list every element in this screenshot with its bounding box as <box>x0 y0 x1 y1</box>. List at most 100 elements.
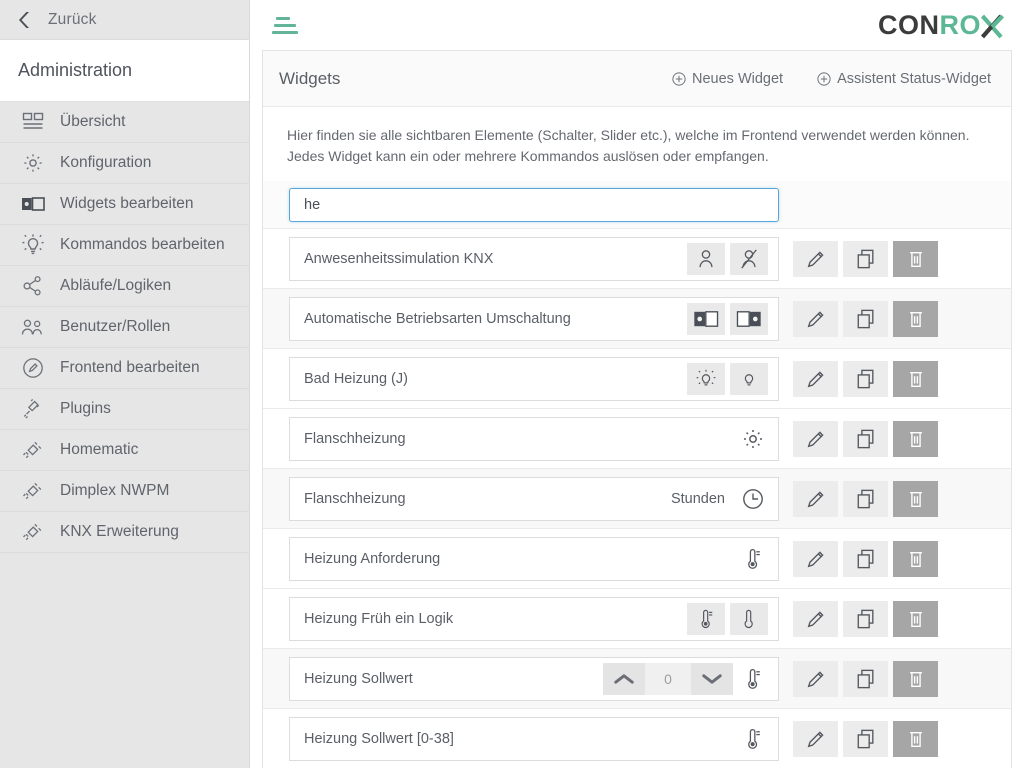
row-actions <box>793 300 938 337</box>
widget-preview-box: Bad Heizung (J) <box>289 356 779 401</box>
sidebar-item-dimplex-nwpm[interactable]: Dimplex NWPM <box>0 471 249 512</box>
toggle-left-icon[interactable] <box>687 302 725 335</box>
delete-button[interactable] <box>893 600 938 637</box>
edit-button[interactable] <box>793 600 838 637</box>
sidebar-item-label: Abläufe/Logiken <box>60 277 172 294</box>
sidebar-item-kommandos-bearbeiten[interactable]: Kommandos bearbeiten <box>0 225 249 266</box>
table-row[interactable]: Anwesenheitssimulation KNX <box>263 229 1011 289</box>
widget-preview: Stunden <box>671 483 768 515</box>
search-input[interactable] <box>304 196 768 213</box>
topbar: CON RO <box>250 0 1024 50</box>
sidebar-item-label: Plugins <box>60 400 111 417</box>
table-row[interactable]: Heizung Sollwert [0-38] <box>263 709 1011 768</box>
sidebar-item-benutzer-rollen[interactable]: Benutzer/Rollen <box>0 307 249 348</box>
plug-icon <box>20 396 46 422</box>
delete-button[interactable] <box>893 360 938 397</box>
edit-button[interactable] <box>793 660 838 697</box>
copy-button[interactable] <box>843 720 888 757</box>
widget-preview <box>687 302 768 335</box>
sidebar: Zurück Administration Übersicht Konfigur… <box>0 0 250 768</box>
delete-button[interactable] <box>893 720 938 757</box>
copy-button[interactable] <box>843 360 888 397</box>
app-root: Zurück Administration Übersicht Konfigur… <box>0 0 1024 768</box>
edit-button[interactable] <box>793 300 838 337</box>
sidebar-item-frontend-bearbeiten[interactable]: Frontend bearbeiten <box>0 348 249 389</box>
toggle-right-icon[interactable] <box>730 302 768 335</box>
search-box[interactable] <box>289 187 779 222</box>
sidebar-nav: Übersicht Konfiguration Widgets bearbeit… <box>0 102 249 553</box>
plus-circle-icon <box>817 71 831 86</box>
widget-preview <box>687 602 768 635</box>
stepper-up-button[interactable] <box>603 662 645 695</box>
widget-name: Flanschheizung <box>304 430 406 447</box>
person-icon[interactable] <box>687 242 725 275</box>
row-actions <box>793 600 938 637</box>
sidebar-item-label: Konfiguration <box>60 154 152 171</box>
lightbulb-rays-icon <box>20 232 46 258</box>
copy-button[interactable] <box>843 660 888 697</box>
sidebar-item-uebersicht[interactable]: Übersicht <box>0 102 249 143</box>
gear-icon[interactable] <box>738 423 768 455</box>
bulb-on-icon[interactable] <box>687 362 725 395</box>
widget-preview <box>738 723 768 755</box>
sidebar-item-label: Widgets bearbeiten <box>60 195 194 212</box>
panel-header: Widgets Neues Widget Assistent Status-Wi… <box>263 51 1011 107</box>
sidebar-item-homematic[interactable]: Homematic <box>0 430 249 471</box>
edit-button[interactable] <box>793 540 838 577</box>
copy-button[interactable] <box>843 540 888 577</box>
table-row[interactable]: Bad Heizung (J) <box>263 349 1011 409</box>
table-row[interactable]: Heizung Früh ein Logik <box>263 589 1011 649</box>
thermometer-plain-icon[interactable] <box>730 602 768 635</box>
edit-button[interactable] <box>793 420 838 457</box>
table-row[interactable]: Automatische Betriebsarten Umschaltung <box>263 289 1011 349</box>
person-away-icon[interactable] <box>730 242 768 275</box>
edit-button[interactable] <box>793 720 838 757</box>
delete-button[interactable] <box>893 420 938 457</box>
copy-button[interactable] <box>843 420 888 457</box>
table-row[interactable]: Heizung Anforderung <box>263 529 1011 589</box>
copy-button[interactable] <box>843 240 888 277</box>
sidebar-item-widgets-bearbeiten[interactable]: Widgets bearbeiten <box>0 184 249 225</box>
thermometer-icon[interactable] <box>738 663 768 695</box>
search-row <box>263 181 1011 229</box>
new-widget-button[interactable]: Neues Widget <box>672 71 783 87</box>
table-row[interactable]: Heizung Sollwert 0 <box>263 649 1011 709</box>
row-actions <box>793 660 938 697</box>
delete-button[interactable] <box>893 480 938 517</box>
edit-button[interactable] <box>793 240 838 277</box>
widget-preview-box: Heizung Früh ein Logik <box>289 596 779 641</box>
row-actions <box>793 540 938 577</box>
clock-icon[interactable] <box>738 483 768 515</box>
hamburger-icon[interactable] <box>272 14 300 36</box>
new-widget-label: Neues Widget <box>692 70 784 87</box>
stepper-down-button[interactable] <box>691 662 733 695</box>
copy-button[interactable] <box>843 600 888 637</box>
sidebar-section-title: Administration <box>0 40 249 102</box>
back-button[interactable]: Zurück <box>0 0 249 40</box>
thermometer-icon[interactable] <box>687 602 725 635</box>
sidebar-item-plugins[interactable]: Plugins <box>0 389 249 430</box>
sidebar-item-label: Dimplex NWPM <box>60 482 170 499</box>
sidebar-item-label: Homematic <box>60 441 139 458</box>
delete-button[interactable] <box>893 240 938 277</box>
widget-name: Anwesenheitssimulation KNX <box>304 250 494 267</box>
assistant-status-widget-button[interactable]: Assistent Status-Widget <box>817 71 991 87</box>
plug-icon <box>20 519 46 545</box>
edit-button[interactable] <box>793 360 838 397</box>
sidebar-item-konfiguration[interactable]: Konfiguration <box>0 143 249 184</box>
thermometer-icon[interactable] <box>738 723 768 755</box>
quantity-stepper[interactable]: 0 <box>603 662 733 695</box>
bulb-off-icon[interactable] <box>730 362 768 395</box>
widget-preview <box>738 423 768 455</box>
edit-button[interactable] <box>793 480 838 517</box>
copy-button[interactable] <box>843 300 888 337</box>
delete-button[interactable] <box>893 660 938 697</box>
sidebar-item-knx-erweiterung[interactable]: KNX Erweiterung <box>0 512 249 553</box>
table-row[interactable]: Flanschheizung Stunden <box>263 469 1011 529</box>
delete-button[interactable] <box>893 540 938 577</box>
copy-button[interactable] <box>843 480 888 517</box>
thermometer-icon[interactable] <box>738 543 768 575</box>
table-row[interactable]: Flanschheizung <box>263 409 1011 469</box>
sidebar-item-ablaeufe-logiken[interactable]: Abläufe/Logiken <box>0 266 249 307</box>
delete-button[interactable] <box>893 300 938 337</box>
